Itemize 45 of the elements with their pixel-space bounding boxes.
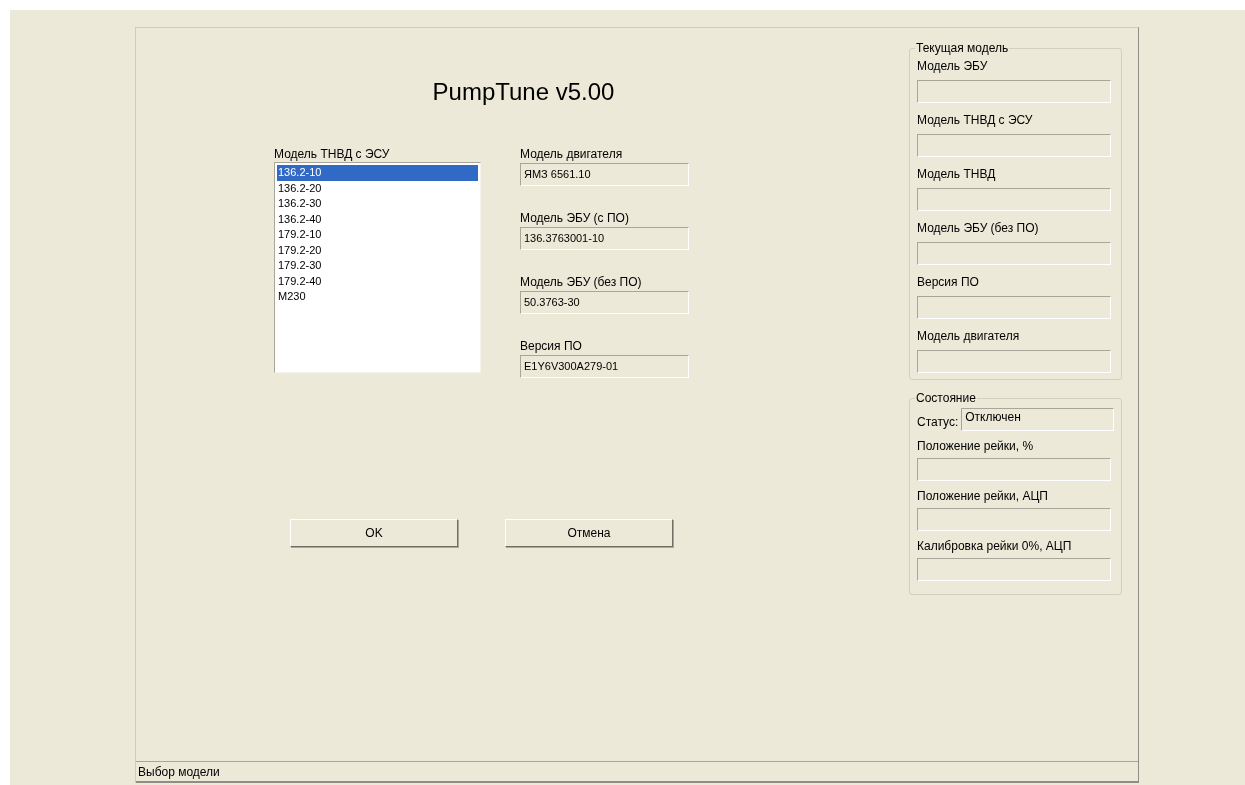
input-field[interactable] <box>917 508 1111 531</box>
field-label: Модель ТНВД с ЭСУ <box>917 113 1034 127</box>
input-field[interactable] <box>917 296 1111 319</box>
input-field[interactable] <box>917 80 1111 103</box>
field-label: Модель двигателя <box>917 329 1021 343</box>
field-label: Модель ЭБУ (без ПО) <box>917 221 1040 235</box>
app-title: PumpTune v5.00 <box>432 80 615 104</box>
list-item[interactable]: 136.2-40 <box>277 211 478 227</box>
list-label: Модель ТНВД с ЭСУ <box>274 147 391 161</box>
status-field: Отключен <box>961 408 1114 431</box>
input-field[interactable]: 50.3763-30 <box>520 291 689 314</box>
input-field[interactable] <box>917 134 1111 157</box>
list-item[interactable]: 179.2-10 <box>277 227 478 243</box>
field-label: Модель двигателя <box>520 147 624 161</box>
dialog-button[interactable]: Отмена <box>505 519 673 547</box>
input-field[interactable] <box>917 188 1111 211</box>
input-field[interactable] <box>917 558 1111 581</box>
field-label: Модель ЭБУ <box>917 59 989 73</box>
input-field[interactable] <box>917 458 1111 481</box>
field-label: Версия ПО <box>917 275 980 289</box>
group-title: Состояние <box>915 390 977 407</box>
field-label: Положение рейки, % <box>917 439 1035 453</box>
list-item[interactable]: 179.2-30 <box>277 258 478 274</box>
field-label: Модель ЭБУ (с ПО) <box>520 211 630 225</box>
list-item[interactable]: 136.2-10 <box>277 165 478 181</box>
input-field[interactable] <box>917 350 1111 373</box>
list-item[interactable]: 179.2-40 <box>277 273 478 289</box>
input-field[interactable]: E1Y6V300A279-01 <box>520 355 689 378</box>
dialog-button[interactable]: OK <box>290 519 458 547</box>
field-label: Версия ПО <box>520 339 583 353</box>
list-item[interactable]: 136.2-20 <box>277 180 478 196</box>
list-item[interactable]: 136.2-30 <box>277 196 478 212</box>
list-item[interactable]: 179.2-20 <box>277 242 478 258</box>
group-title: Текущая модель <box>915 40 1010 57</box>
status-bar: Выбор модели <box>136 761 1138 783</box>
field-label: Модель ЭБУ (без ПО) <box>520 275 643 289</box>
field-label: Модель ТНВД <box>917 167 997 181</box>
input-field[interactable] <box>917 242 1111 265</box>
model-list[interactable]: 136.2-10 136.2-20 136.2-30 136.2-40 179.2-10 179.2-20 179.2-30 179.2-40 M230 <box>274 162 481 373</box>
field-label: Положение рейки, АЦП <box>917 489 1049 503</box>
input-field[interactable]: 136.3763001-10 <box>520 227 689 250</box>
list-item[interactable]: M230 <box>277 289 478 305</box>
field-label: Калибровка рейки 0%, АЦП <box>917 539 1073 553</box>
status-label: Статус: <box>917 414 959 429</box>
input-field[interactable]: ЯМЗ 6561.10 <box>520 163 689 186</box>
